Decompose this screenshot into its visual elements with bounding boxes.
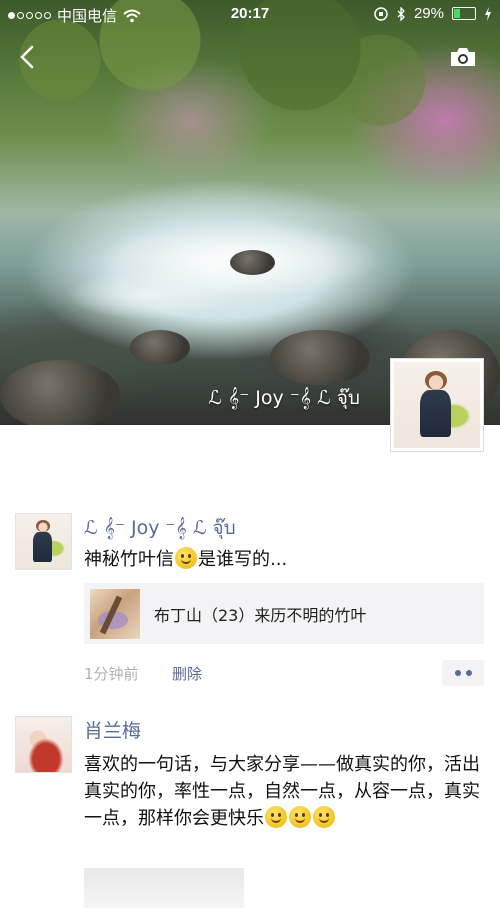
cover-rock <box>0 360 120 425</box>
chevron-left-icon <box>20 45 34 69</box>
charging-icon <box>485 6 491 21</box>
cover-rock <box>130 330 190 365</box>
bluetooth-icon <box>397 6 405 21</box>
author-name[interactable]: 肖兰梅 <box>84 716 141 743</box>
camera-icon <box>451 48 475 66</box>
post-image[interactable] <box>84 868 244 908</box>
orientation-lock-icon <box>374 6 388 21</box>
status-bar: 中国电信 20:17 29% <box>0 0 500 28</box>
cover-rock <box>230 250 275 275</box>
post-text: 喜欢的一句话，与大家分享——做真实的你，活出真实的你，率性一点，自然一点，从容一… <box>84 754 480 829</box>
shared-link-card[interactable]: 布丁山（23）来历不明的竹叶 <box>84 583 484 644</box>
author-avatar[interactable] <box>15 716 72 773</box>
author-avatar[interactable] <box>15 513 72 570</box>
grinning-emoji-icon <box>265 806 287 828</box>
post-text: 神秘竹叶信 是谁写的... <box>84 547 288 570</box>
delete-button[interactable]: 删除 <box>172 663 202 684</box>
more-dots-icon[interactable] <box>442 660 484 686</box>
post-meta: 1分钟前 删除 <box>84 660 484 686</box>
avatar-image <box>394 362 480 448</box>
thinking-emoji-icon <box>175 547 197 569</box>
link-title: 布丁山（23）来历不明的竹叶 <box>154 605 367 625</box>
flushed-emoji-icon <box>289 806 311 828</box>
profile-name[interactable]: ℒ 𝄞⁻ Joy ⁻𝄞 ℒ จุ๊บ <box>208 383 360 413</box>
camera-button[interactable] <box>448 44 478 70</box>
profile-avatar[interactable] <box>390 358 484 452</box>
battery-icon <box>452 7 476 20</box>
link-thumbnail <box>90 588 140 639</box>
smiling-emoji-icon <box>313 806 335 828</box>
back-button[interactable] <box>12 40 42 74</box>
cover-rock <box>270 330 370 385</box>
battery-percent: 29% <box>413 5 444 22</box>
author-name[interactable]: ℒ 𝄞⁻ Joy ⁻𝄞 ℒ จุ๊บ <box>84 513 236 543</box>
post-time: 1分钟前 <box>84 665 139 683</box>
